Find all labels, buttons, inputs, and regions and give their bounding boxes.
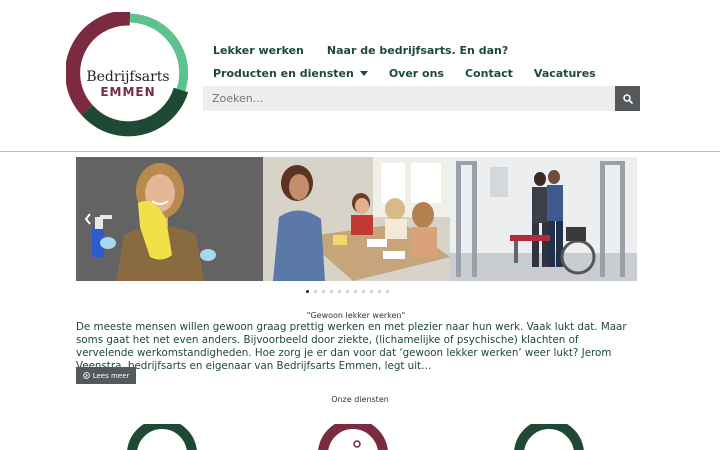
arrow-circle-right-icon bbox=[82, 372, 90, 379]
search-icon bbox=[622, 93, 633, 104]
slider-dot[interactable] bbox=[362, 290, 365, 293]
photo-cleaning-woman-icon bbox=[76, 157, 263, 281]
service-icon-1[interactable] bbox=[126, 419, 198, 450]
nav-link-over-ons[interactable]: Over ons bbox=[389, 67, 444, 80]
nav-link-vacatures[interactable]: Vacatures bbox=[534, 67, 596, 80]
service-ring-green-icon bbox=[127, 419, 197, 450]
logo-text-line1: Bedrijfsarts bbox=[86, 69, 169, 85]
service-ring-green-icon bbox=[514, 419, 584, 450]
slider-dot[interactable] bbox=[370, 290, 373, 293]
image-slider[interactable] bbox=[76, 157, 637, 281]
slider-dot[interactable] bbox=[386, 290, 389, 293]
slider-dot[interactable] bbox=[330, 290, 333, 293]
slider-dots bbox=[306, 290, 389, 293]
search-input[interactable] bbox=[203, 86, 615, 111]
slider-dot[interactable] bbox=[306, 290, 309, 293]
logo-text-line2: EMMEN bbox=[100, 85, 155, 99]
slide-rehabilitation-gym bbox=[450, 157, 637, 281]
nav-link-producten-label: Producten en diensten bbox=[213, 67, 354, 80]
search-button[interactable] bbox=[615, 86, 640, 111]
slider-dot[interactable] bbox=[354, 290, 357, 293]
intro-text: De meeste mensen willen gewoon graag pre… bbox=[76, 321, 627, 372]
slider-dot[interactable] bbox=[346, 290, 349, 293]
logo-ring-icon: Bedrijfsarts EMMEN bbox=[65, 10, 189, 137]
services-heading: Onze diensten bbox=[331, 395, 389, 404]
slide-cleaning-woman bbox=[76, 157, 263, 281]
site-header: Bedrijfsarts EMMEN Lekker werken Naar de… bbox=[0, 0, 720, 152]
slider-dot[interactable] bbox=[378, 290, 381, 293]
search-form bbox=[203, 86, 640, 111]
chevron-left-icon bbox=[84, 213, 91, 225]
slide-family-at-table bbox=[263, 157, 450, 281]
service-ring-maroon-icon bbox=[318, 419, 388, 450]
slider-dot[interactable] bbox=[338, 290, 341, 293]
nav-link-producten-en-diensten[interactable]: Producten en diensten bbox=[213, 67, 368, 80]
site-logo[interactable]: Bedrijfsarts EMMEN bbox=[65, 10, 189, 138]
slider-dot[interactable] bbox=[322, 290, 325, 293]
photo-rehabilitation-gym-icon bbox=[450, 157, 637, 281]
nav-link-naar-de-bedrijfsarts[interactable]: Naar de bedrijfsarts. En dan? bbox=[327, 44, 508, 57]
nav-link-lekker-werken[interactable]: Lekker werken bbox=[213, 44, 304, 57]
nav-link-contact[interactable]: Contact bbox=[465, 67, 513, 80]
chevron-down-icon bbox=[359, 70, 368, 76]
main-navigation: Producten en diensten Over ons Contact V… bbox=[213, 67, 596, 80]
service-icon-3[interactable] bbox=[513, 419, 585, 450]
read-more-label: Lees meer bbox=[92, 371, 130, 380]
read-more-button[interactable]: Lees meer bbox=[76, 367, 136, 384]
slider-prev-button[interactable] bbox=[80, 211, 96, 227]
service-icon-2[interactable] bbox=[317, 419, 389, 450]
slider-dot[interactable] bbox=[314, 290, 317, 293]
intro-heading: "Gewoon lekker werken" bbox=[306, 311, 406, 320]
photo-family-at-table-icon bbox=[263, 157, 450, 281]
top-navigation: Lekker werken Naar de bedrijfsarts. En d… bbox=[213, 44, 508, 57]
